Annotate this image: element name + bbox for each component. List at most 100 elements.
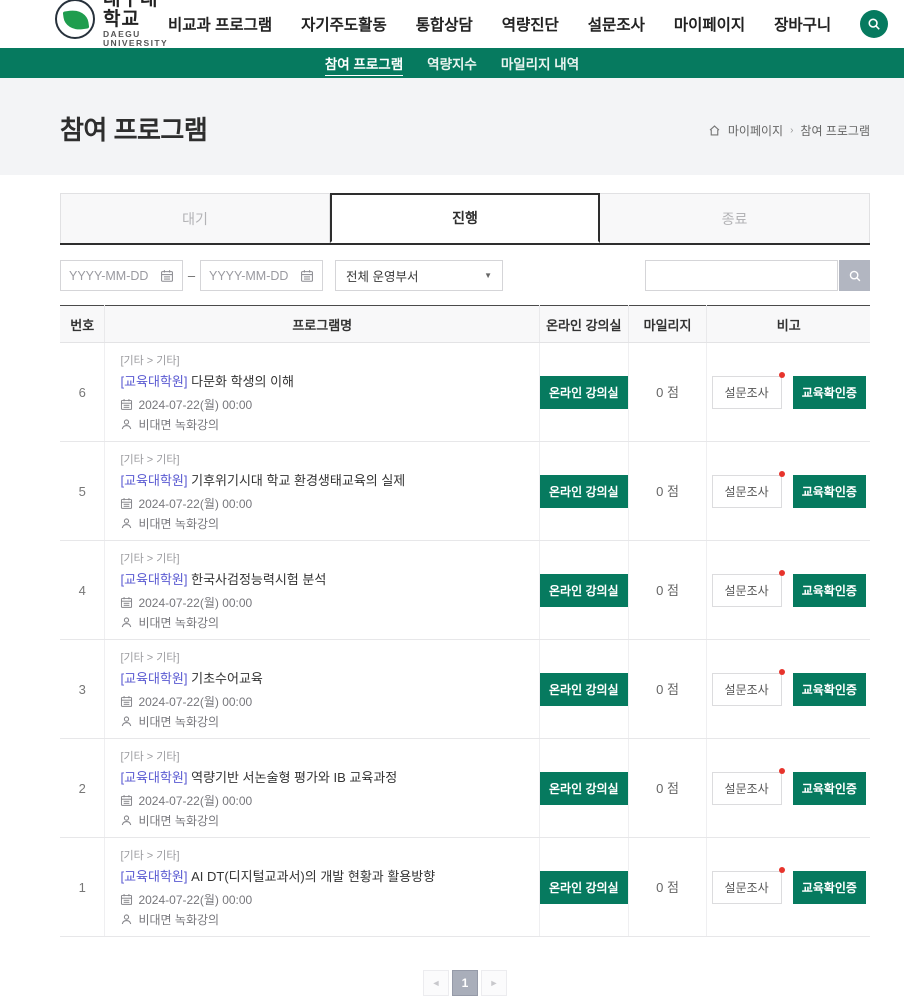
- top-header: 대구대학교 DAEGU UNIVERSITY 비교과 프로그램 자기주도활동 통…: [0, 0, 904, 48]
- education-certificate-button[interactable]: 교육확인증: [793, 475, 866, 508]
- sub-nav: 참여 프로그램 역량지수 마일리지 내역: [0, 48, 904, 78]
- classroom-cell: 온라인 강의실: [540, 442, 629, 541]
- breadcrumb-mypage[interactable]: 마이페이지: [728, 122, 783, 139]
- nav-item-programs[interactable]: 비교과 프로그램: [168, 13, 272, 35]
- calendar-icon[interactable]: [160, 269, 174, 283]
- program-method-text: 비대면 녹화강의: [138, 812, 219, 829]
- home-icon[interactable]: [708, 124, 721, 137]
- date-from-input[interactable]: [69, 269, 153, 283]
- program-method-text: 비대면 녹화강의: [138, 614, 219, 631]
- program-org-link[interactable]: [교육대학원]: [120, 572, 187, 587]
- program-cell: [기타 > 기타] [교육대학원] 다문화 학생의 이해 2024-07-22(…: [105, 343, 540, 442]
- program-category: [기타 > 기타]: [120, 352, 529, 368]
- scrollbar-track[interactable]: [904, 0, 911, 861]
- program-org-link[interactable]: [교육대학원]: [120, 473, 187, 488]
- search-submit-button[interactable]: [839, 260, 870, 291]
- page-root: 대구대학교 DAEGU UNIVERSITY 비교과 프로그램 자기주도활동 통…: [0, 0, 904, 996]
- breadcrumb-current[interactable]: 참여 프로그램: [800, 122, 870, 139]
- subnav-item-mileage-history[interactable]: 마일리지 내역: [501, 51, 579, 75]
- header-search-button[interactable]: [860, 10, 888, 38]
- nav-item-cart[interactable]: 장바구니: [774, 13, 831, 35]
- online-classroom-button[interactable]: 온라인 강의실: [540, 574, 628, 607]
- mileage-value: 0 점: [656, 880, 679, 895]
- pagination-page-1[interactable]: 1: [452, 970, 478, 996]
- nav-item-selfdirected[interactable]: 자기주도활동: [301, 13, 387, 35]
- col-header-etc: 비고: [707, 306, 870, 343]
- subnav-item-competency-index[interactable]: 역량지수: [427, 51, 477, 75]
- program-org-link[interactable]: [교육대학원]: [120, 770, 187, 785]
- program-title-link[interactable]: 역량기반 서논술형 평가와 IB 교육과정: [191, 770, 397, 785]
- nav-item-competency[interactable]: 역량진단: [502, 13, 559, 35]
- global-nav: 비교과 프로그램 자기주도활동 통합상담 역량진단 설문조사 마이페이지 장바구…: [168, 10, 904, 38]
- table-row: 6 [기타 > 기타] [교육대학원] 다문화 학생의 이해 2024-07-2…: [60, 343, 870, 442]
- program-title-link[interactable]: 한국사검정능력시험 분석: [191, 572, 326, 587]
- program-title-link[interactable]: 기후위기시대 학교 환경생태교육의 실제: [191, 473, 405, 488]
- mileage-value: 0 점: [656, 385, 679, 400]
- online-classroom-button[interactable]: 온라인 강의실: [540, 475, 628, 508]
- subnav-item-participation[interactable]: 참여 프로그램: [325, 51, 403, 76]
- nav-item-mypage[interactable]: 마이페이지: [674, 13, 745, 35]
- table-search: [645, 260, 870, 291]
- classroom-cell: 온라인 강의실: [540, 640, 629, 739]
- education-certificate-button[interactable]: 교육확인증: [793, 772, 866, 805]
- etc-cell: 설문조사 교육확인증: [707, 838, 870, 937]
- calendar-icon: [120, 596, 133, 609]
- search-input[interactable]: [645, 260, 838, 291]
- tab-in-progress[interactable]: 진행: [330, 193, 600, 243]
- filter-bar: – 전체 운영부서 ▼: [60, 260, 870, 291]
- nav-item-survey[interactable]: 설문조사: [588, 13, 645, 35]
- program-date-text: 2024-07-22(월) 00:00: [138, 693, 252, 710]
- col-header-mileage: 마일리지: [628, 306, 707, 343]
- pagination-prev-icon[interactable]: ◄: [423, 970, 449, 996]
- education-certificate-button[interactable]: 교육확인증: [793, 871, 866, 904]
- mileage-cell: 0 점: [628, 343, 707, 442]
- survey-button[interactable]: 설문조사: [712, 574, 782, 607]
- tab-waiting[interactable]: 대기: [60, 193, 330, 243]
- online-classroom-button[interactable]: 온라인 강의실: [540, 772, 628, 805]
- university-logo[interactable]: 대구대학교 DAEGU UNIVERSITY: [55, 0, 168, 48]
- program-table: 번호 프로그램명 온라인 강의실 마일리지 비고 6 [기타 > 기타] [교육…: [60, 305, 870, 937]
- program-title-link[interactable]: AI DT(디지털교과서)의 개발 현황과 활용방향: [191, 869, 435, 884]
- tab-ended[interactable]: 종료: [600, 193, 870, 243]
- program-title-link[interactable]: 기초수어교육: [191, 671, 263, 686]
- pagination-next-icon[interactable]: ►: [481, 970, 507, 996]
- program-org-link[interactable]: [교육대학원]: [120, 869, 187, 884]
- education-certificate-button[interactable]: 교육확인증: [793, 376, 866, 409]
- program-cell: [기타 > 기타] [교육대학원] 역량기반 서논술형 평가와 IB 교육과정 …: [105, 739, 540, 838]
- person-icon: [120, 814, 133, 827]
- online-classroom-button[interactable]: 온라인 강의실: [540, 673, 628, 706]
- education-certificate-button[interactable]: 교육확인증: [793, 673, 866, 706]
- date-to-input[interactable]: [209, 269, 293, 283]
- department-select-value: 전체 운영부서: [346, 266, 418, 285]
- survey-button[interactable]: 설문조사: [712, 772, 782, 805]
- survey-button[interactable]: 설문조사: [712, 475, 782, 508]
- survey-button[interactable]: 설문조사: [712, 871, 782, 904]
- program-method-text: 비대면 녹화강의: [138, 416, 219, 433]
- mileage-cell: 0 점: [628, 640, 707, 739]
- online-classroom-button[interactable]: 온라인 강의실: [540, 871, 628, 904]
- person-icon: [120, 517, 133, 530]
- program-date-text: 2024-07-22(월) 00:00: [138, 594, 252, 611]
- program-title-link[interactable]: 다문화 학생의 이해: [191, 374, 294, 389]
- program-org-link[interactable]: [교육대학원]: [120, 374, 187, 389]
- program-method: 비대면 녹화강의: [120, 416, 529, 433]
- department-select[interactable]: 전체 운영부서 ▼: [335, 260, 503, 291]
- search-icon: [848, 269, 862, 283]
- online-classroom-button[interactable]: 온라인 강의실: [540, 376, 628, 409]
- notification-dot-icon: [779, 669, 785, 675]
- program-org-link[interactable]: [교육대학원]: [120, 671, 187, 686]
- nav-item-counseling[interactable]: 통합상담: [416, 13, 473, 35]
- chevron-down-icon: ▼: [484, 271, 492, 280]
- program-category: [기타 > 기타]: [120, 550, 529, 566]
- person-icon: [120, 913, 133, 926]
- mileage-cell: 0 점: [628, 739, 707, 838]
- classroom-cell: 온라인 강의실: [540, 343, 629, 442]
- program-method: 비대면 녹화강의: [120, 713, 529, 730]
- col-header-no: 번호: [60, 306, 105, 343]
- survey-button[interactable]: 설문조사: [712, 376, 782, 409]
- education-certificate-button[interactable]: 교육확인증: [793, 574, 866, 607]
- calendar-icon: [120, 695, 133, 708]
- calendar-icon[interactable]: [300, 269, 314, 283]
- notification-dot-icon: [779, 471, 785, 477]
- survey-button[interactable]: 설문조사: [712, 673, 782, 706]
